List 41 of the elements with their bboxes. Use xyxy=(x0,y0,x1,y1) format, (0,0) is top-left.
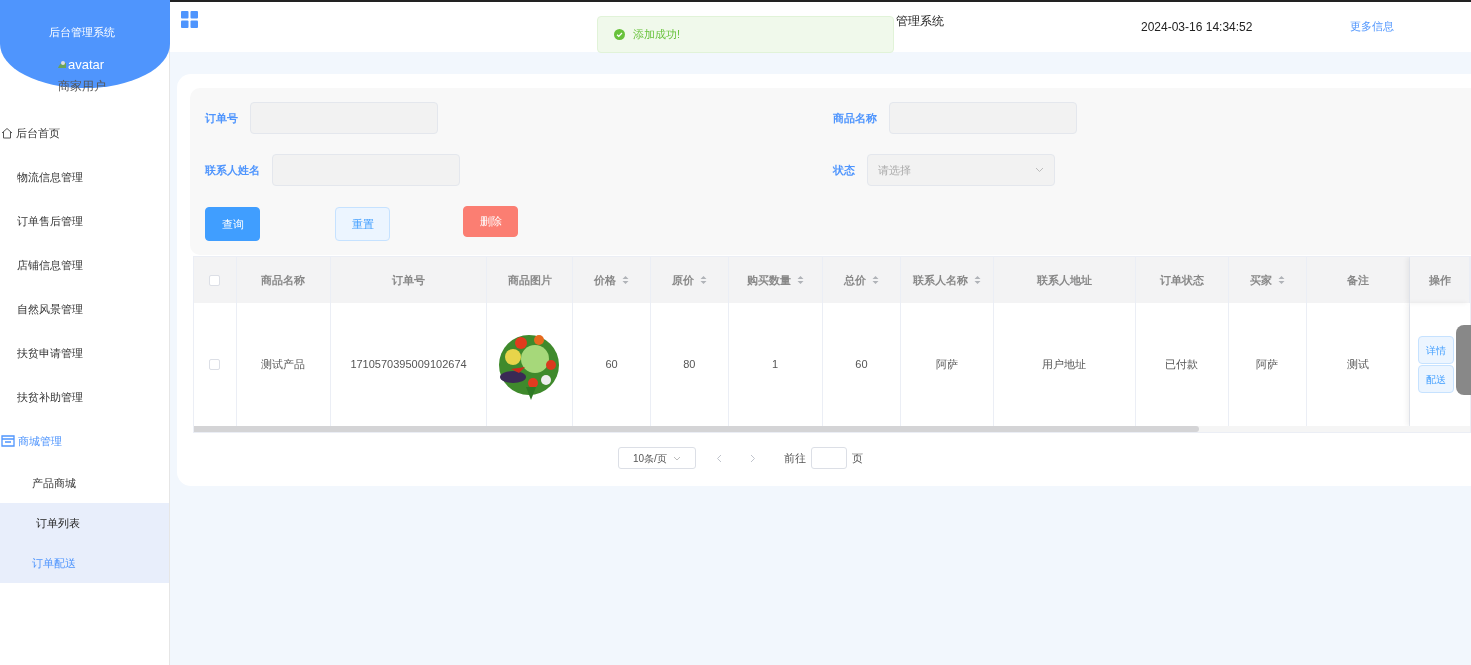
scroll-handle[interactable] xyxy=(1456,325,1471,395)
grid-menu-icon[interactable] xyxy=(181,11,198,28)
sort-icon[interactable] xyxy=(699,275,707,285)
menu-item[interactable]: 自然风景管理 xyxy=(0,287,169,331)
chevron-down-icon xyxy=(1035,167,1044,173)
sort-icon[interactable] xyxy=(871,275,879,285)
menu-item[interactable]: 订单售后管理 xyxy=(0,199,169,243)
page-number-field[interactable] xyxy=(811,447,847,469)
previous-page-icon[interactable] xyxy=(716,453,722,463)
shop-icon xyxy=(1,435,15,447)
app-title: 后台管理系统 xyxy=(47,25,116,40)
sort-icon[interactable] xyxy=(622,275,629,285)
submenu-item[interactable]: 订单列表 xyxy=(0,503,169,543)
field-label: 订单号 xyxy=(205,110,238,126)
broken-image-icon xyxy=(57,59,67,70)
field-label: 状态 xyxy=(833,162,855,178)
submenu-item[interactable]: 产品商城 xyxy=(0,463,169,503)
field-label: 商品名称 xyxy=(833,110,877,126)
sort-icon[interactable] xyxy=(796,275,804,285)
menu-item[interactable]: 后台首页 xyxy=(0,111,169,155)
page-unit-label: 页 xyxy=(852,450,863,466)
success-toast: 添加成功! xyxy=(597,16,894,53)
date-time: 2024-03-16 14:34:52 xyxy=(1141,19,1253,36)
field-label: 联系人姓名 xyxy=(205,162,260,178)
scrollbar-thumb[interactable] xyxy=(194,426,1199,432)
menu-item[interactable]: 物流信息管理 xyxy=(0,155,169,199)
page-size-select[interactable]: 10条/页 xyxy=(618,447,696,469)
check-circle-icon xyxy=(614,29,625,40)
home-icon xyxy=(1,127,13,139)
row-checkbox[interactable] xyxy=(209,359,221,370)
avatar-alt-text: avatar xyxy=(68,58,105,71)
menu-item[interactable]: 扶贫补助管理 xyxy=(0,375,169,419)
sort-icon[interactable] xyxy=(974,275,982,285)
sort-icon[interactable] xyxy=(1277,275,1285,285)
system-title: 管理系统 xyxy=(896,13,944,30)
chevron-down-icon xyxy=(673,455,681,461)
next-page-icon[interactable] xyxy=(750,453,756,463)
goto-label: 前往 xyxy=(784,450,806,466)
menu-item[interactable]: 店铺信息管理 xyxy=(0,243,169,287)
menu-item[interactable]: 扶贫申请管理 xyxy=(0,331,169,375)
select-all-checkbox[interactable] xyxy=(209,274,221,286)
